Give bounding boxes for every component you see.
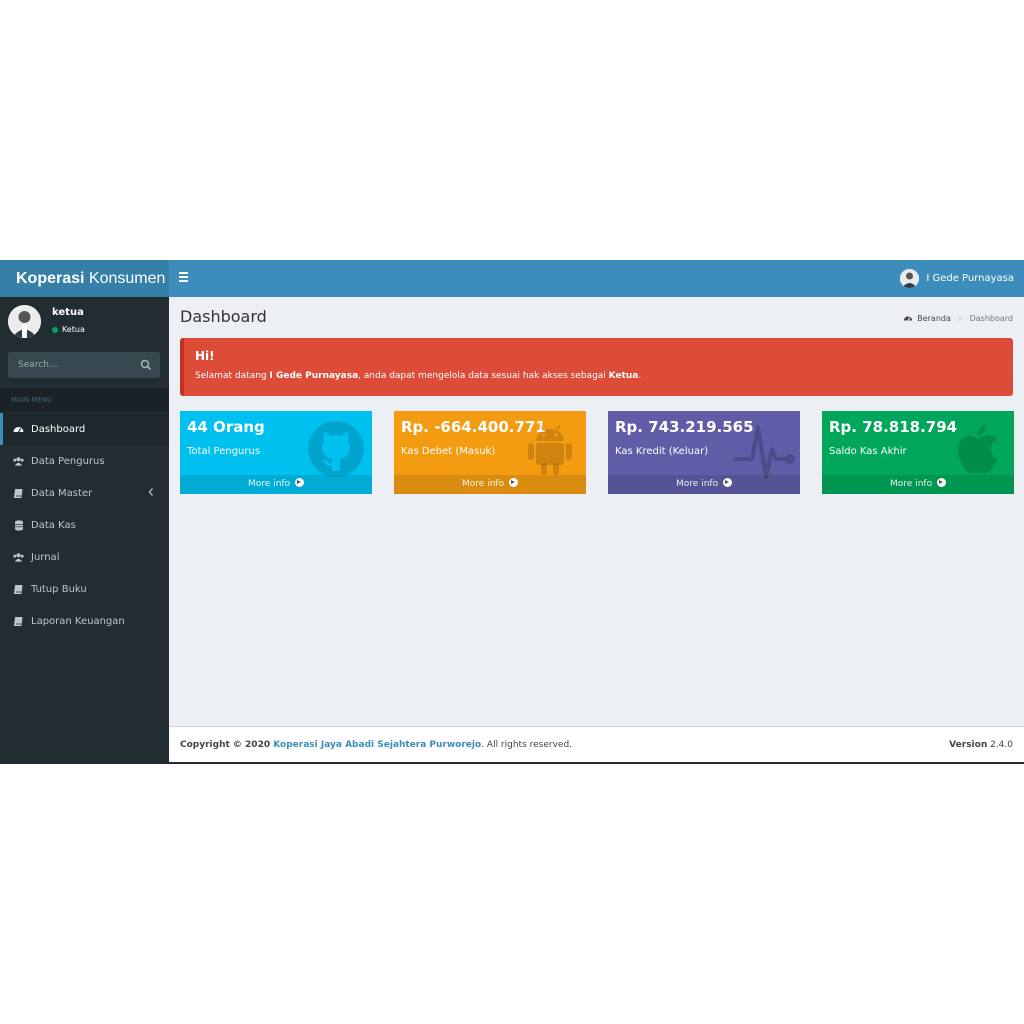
sidebar-user-role: Ketua xyxy=(62,325,85,334)
breadcrumb-current: Dashboard xyxy=(969,314,1013,323)
arrow-circle-right-icon xyxy=(722,478,732,487)
sidebar-item-data-pengurus[interactable]: Data Pengurus xyxy=(0,445,169,477)
info-box-saldo-kas: Rp. 78.818.794 Saldo Kas Akhir More info xyxy=(822,411,1014,494)
welcome-alert: Hi! Selamat datang I Gede Purnayasa, and… xyxy=(180,338,1013,396)
sidebar-toggle-icon[interactable] xyxy=(179,271,193,285)
box-label: Kas Debet (Masuk) xyxy=(401,446,496,457)
github-icon xyxy=(306,419,366,479)
more-info-link[interactable]: More info xyxy=(608,475,800,494)
breadcrumb-home[interactable]: Beranda xyxy=(917,314,951,323)
app-window: Koperasi Konsumen I Gede Purnayasa ketua… xyxy=(0,260,1024,764)
avatar xyxy=(900,269,920,288)
online-dot-icon xyxy=(52,326,58,333)
sidebar-user-name: ketua xyxy=(52,307,84,318)
app-logo[interactable]: Koperasi Konsumen xyxy=(0,260,169,297)
page-title: Dashboard xyxy=(180,307,267,326)
info-box-kas-debet: Rp. -664.400.771 Kas Debet (Masuk) More … xyxy=(394,411,586,494)
more-info-link[interactable]: More info xyxy=(180,475,372,494)
menu-header: MAIN MENU xyxy=(0,388,169,412)
dashboard-icon xyxy=(13,424,24,435)
android-icon xyxy=(520,419,580,479)
more-info-link[interactable]: More info xyxy=(822,475,1014,494)
header-user-name: I Gede Purnayasa xyxy=(926,273,1014,284)
info-box-total-pengurus: 44 Orang Total Pengurus More info xyxy=(180,411,372,494)
more-info-link[interactable]: More info xyxy=(394,475,586,494)
box-label: Saldo Kas Akhir xyxy=(829,446,907,457)
sidebar: ketua Ketua MAIN MENU Dashboard xyxy=(0,297,169,763)
book-icon xyxy=(13,488,24,499)
chevron-left-icon[interactable] xyxy=(147,487,155,500)
breadcrumb: Beranda > Dashboard xyxy=(903,314,1013,323)
sidebar-item-label: Data Kas xyxy=(31,519,76,531)
apple-icon xyxy=(948,419,1008,479)
sidebar-item-label: Jurnal xyxy=(31,551,60,563)
arrow-circle-right-icon xyxy=(936,478,946,487)
users-icon xyxy=(13,552,24,563)
arrow-circle-right-icon xyxy=(508,478,518,487)
page-footer: Copyright © 2020 Koperasi Jaya Abadi Sej… xyxy=(169,726,1024,763)
sidebar-item-dashboard[interactable]: Dashboard xyxy=(0,413,169,445)
heartbeat-icon xyxy=(734,419,795,479)
sidebar-user-status: Ketua xyxy=(52,325,85,334)
sidebar-item-data-master[interactable]: Data Master xyxy=(0,477,169,509)
box-value: Rp. 78.818.794 xyxy=(829,418,958,436)
search-input[interactable] xyxy=(8,352,132,378)
sidebar-item-tutup-buku[interactable]: Tutup Buku xyxy=(0,573,169,605)
divider xyxy=(0,762,1024,764)
search-icon[interactable] xyxy=(140,359,152,371)
sidebar-item-label: Tutup Buku xyxy=(31,583,87,595)
sidebar-item-label: Data Master xyxy=(31,487,93,499)
breadcrumb-separator: > xyxy=(956,314,964,323)
box-value: 44 Orang xyxy=(187,418,265,436)
book-icon xyxy=(13,616,24,627)
copyright-text: Copyright © 2020 Koperasi Jaya Abadi Sej… xyxy=(180,740,573,750)
arrow-circle-right-icon xyxy=(294,478,304,487)
sidebar-menu: Dashboard Data Pengurus Data Master Data… xyxy=(0,413,169,637)
org-link[interactable]: Koperasi Jaya Abadi Sejahtera Purworejo xyxy=(273,740,481,750)
sidebar-item-data-kas[interactable]: Data Kas xyxy=(0,509,169,541)
sidebar-item-laporan-keuangan[interactable]: Laporan Keuangan xyxy=(0,605,169,637)
alert-message: Selamat datang I Gede Purnayasa, anda da… xyxy=(195,371,642,381)
avatar xyxy=(8,305,41,338)
box-label: Total Pengurus xyxy=(187,446,261,457)
dashboard-icon xyxy=(903,314,913,323)
sidebar-search xyxy=(8,352,160,378)
sidebar-item-label: Dashboard xyxy=(31,423,86,435)
sidebar-item-jurnal[interactable]: Jurnal xyxy=(0,541,169,573)
book-icon xyxy=(13,584,24,595)
sidebar-item-label: Data Pengurus xyxy=(31,455,105,467)
info-box-kas-kredit: Rp. 743.219.565 Kas Kredit (Keluar) More… xyxy=(608,411,800,494)
box-value: Rp. 743.219.565 xyxy=(615,418,754,436)
version-text: Version 2.4.0 xyxy=(949,740,1013,750)
box-label: Kas Kredit (Keluar) xyxy=(615,446,709,457)
user-panel: ketua Ketua xyxy=(0,297,169,345)
user-menu[interactable]: I Gede Purnayasa xyxy=(900,260,1014,297)
sidebar-item-label: Laporan Keuangan xyxy=(31,615,125,627)
logo-rest: Konsumen xyxy=(84,270,166,287)
users-icon xyxy=(13,456,24,467)
main-content: Dashboard Beranda > Dashboard Hi! Selama… xyxy=(169,297,1024,763)
alert-title: Hi! xyxy=(195,349,215,363)
top-header: Koperasi Konsumen I Gede Purnayasa xyxy=(0,260,1024,297)
database-icon xyxy=(13,519,24,531)
logo-bold: Koperasi xyxy=(16,270,85,287)
